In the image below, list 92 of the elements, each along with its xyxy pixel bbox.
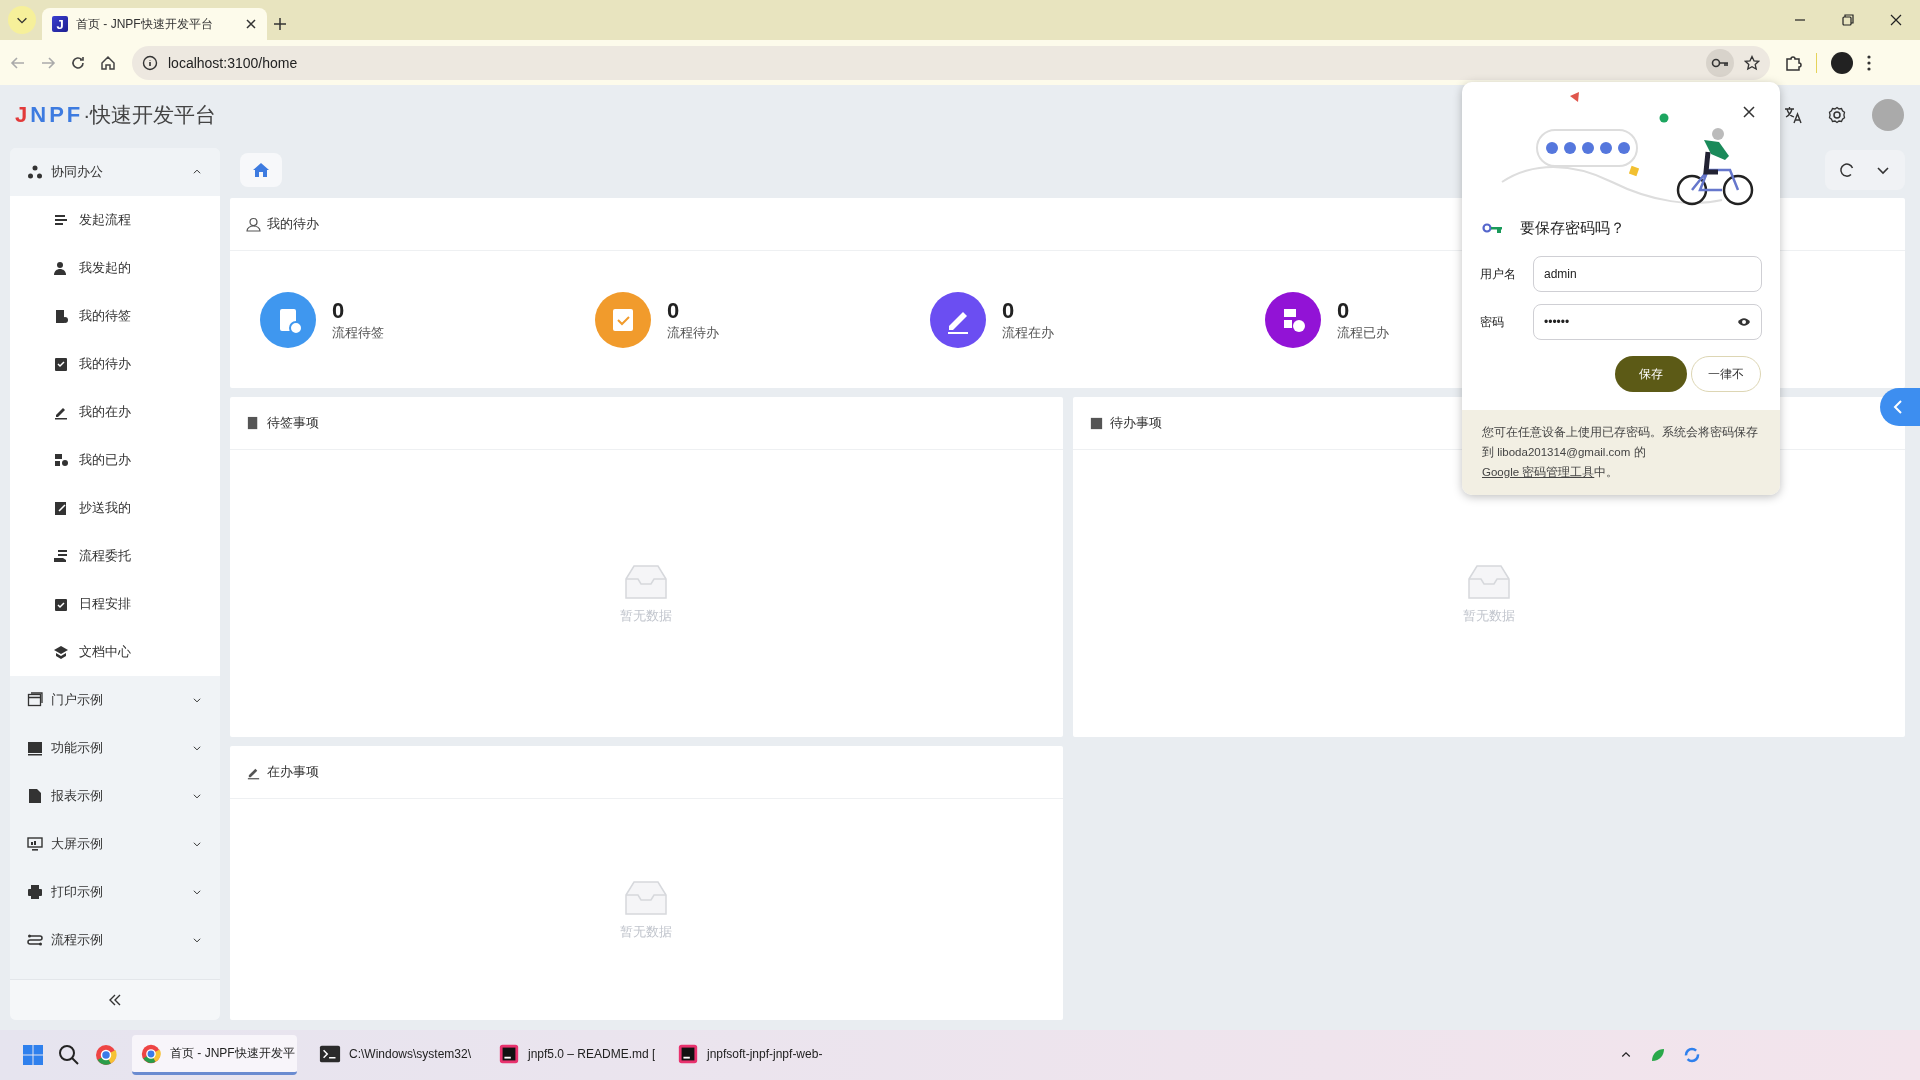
card-title: 待签事项 — [267, 414, 319, 432]
empty-text: 暂无数据 — [1462, 606, 1515, 625]
stat-value: 0 — [667, 297, 681, 324]
search-icon — [58, 1044, 80, 1066]
address-bar[interactable]: localhost:3100/home — [132, 45, 1770, 80]
field-label: 用户名 — [1480, 265, 1517, 283]
sync-icon — [1684, 1047, 1700, 1063]
dialog-title: 要保存密码吗？ — [1520, 218, 1625, 238]
taskbar-app[interactable]: C:\Windows\system32\ — [311, 1035, 476, 1075]
tab-title: 首页 - JNPF快速开发平台 — [76, 15, 214, 33]
more-icon — [1867, 54, 1871, 71]
card-title: 待办事项 — [1109, 414, 1162, 432]
start-icon — [22, 1044, 44, 1066]
back-arrow-icon — [10, 54, 26, 71]
taskbar-app[interactable]: jnpfsoft-jnpf-jnpf-web- — [669, 1035, 834, 1075]
never-button[interactable]: 一律不 — [1691, 356, 1761, 392]
stat-value: 0 — [1002, 297, 1016, 324]
menu-item[interactable]: 流程委托 — [10, 532, 220, 580]
browser-icon — [94, 1043, 118, 1067]
browser-tab[interactable]: J 首页 - JNPF快速开发平台 — [42, 8, 267, 40]
user-outline-icon — [246, 216, 261, 232]
refresh-icon — [1839, 162, 1855, 178]
info-icon — [142, 54, 158, 71]
window-icon — [27, 692, 43, 708]
report-icon — [27, 788, 43, 804]
monitor-icon — [27, 836, 43, 852]
drawer-toggle-button[interactable] — [1880, 388, 1920, 426]
close-icon — [1743, 106, 1755, 118]
empty-text: 暂无数据 — [620, 606, 673, 625]
username-field[interactable]: admin — [1533, 256, 1762, 292]
double-chevron-left-icon — [108, 993, 122, 1007]
profile-avatar[interactable] — [1831, 51, 1853, 74]
menu-item[interactable]: 我的已办 — [10, 436, 220, 484]
key-icon — [1711, 56, 1729, 69]
eye-icon — [1737, 317, 1751, 327]
home-icon — [100, 54, 116, 71]
flow-icon — [27, 932, 43, 948]
card-title: 在办事项 — [267, 763, 319, 781]
list-icon — [53, 212, 69, 228]
stat-value: 0 — [1337, 297, 1351, 324]
stat-label: 流程待办 — [667, 323, 719, 342]
taskbar-app[interactable]: 首页 - JNPF快速开发平 — [132, 1035, 297, 1075]
restore-icon — [1842, 14, 1854, 26]
stat-label: 流程在办 — [1002, 323, 1054, 342]
menu-item[interactable]: 日程安排 — [10, 580, 220, 628]
stat-label: 流程已办 — [1337, 323, 1389, 342]
footer-text: 您可在任意设备上使用已存密码。系统会将密码保存到 liboda201314@gmail.com 的 Google 密码管理工具中。 — [1462, 410, 1780, 495]
menu-item[interactable]: 我发起的 — [10, 244, 220, 292]
user-avatar[interactable] — [1872, 99, 1904, 131]
plus-icon — [273, 17, 287, 31]
menu-item[interactable]: 我的在办 — [10, 388, 220, 436]
star-icon — [1744, 54, 1760, 71]
menu-item[interactable]: 抄送我的 — [10, 484, 220, 532]
translate-icon — [1784, 106, 1802, 124]
layers-icon — [53, 644, 69, 660]
save-button[interactable]: 保存 — [1615, 356, 1687, 392]
calendar-icon — [53, 596, 69, 612]
password-field[interactable]: •••••• — [1533, 304, 1762, 340]
settings-icon — [1828, 106, 1846, 124]
url-text: localhost:3100/home — [168, 54, 299, 71]
password-key-button[interactable] — [1706, 48, 1734, 77]
menu-item[interactable]: 文档中心 — [10, 628, 220, 676]
blocks-icon — [53, 452, 69, 468]
field-label: 密码 — [1480, 313, 1505, 331]
app-icon — [498, 1042, 520, 1065]
leaf-icon — [1650, 1047, 1666, 1063]
stat-label: 流程待签 — [332, 323, 384, 342]
person-icon — [53, 260, 69, 276]
chevron-left-icon — [1892, 399, 1904, 415]
stat-value: 0 — [332, 297, 346, 324]
home-icon — [252, 161, 270, 179]
favicon: J — [52, 16, 68, 32]
menu-item[interactable]: 发起流程 — [10, 196, 220, 244]
manager-link[interactable]: Google 密码管理工具 — [1482, 466, 1595, 478]
reload-icon — [70, 54, 86, 71]
tab-search-button[interactable] — [8, 6, 36, 34]
taskbar-app[interactable]: jnpf5.0 – README.md [ — [490, 1035, 655, 1075]
puzzle-icon — [1784, 53, 1802, 72]
empty-text: 暂无数据 — [620, 922, 673, 941]
key-icon — [1482, 222, 1504, 234]
close-icon — [245, 18, 257, 30]
app-logo[interactable]: JNPF·快速开发平台 — [15, 101, 217, 129]
card-title: 我的待办 — [267, 215, 319, 233]
close-icon — [1890, 14, 1902, 26]
browser-icon — [140, 1042, 162, 1065]
home-tab[interactable] — [240, 153, 282, 187]
menu-item[interactable]: 我的待签 — [10, 292, 220, 340]
app-icon — [677, 1042, 699, 1065]
hand-icon — [53, 548, 69, 564]
forward-arrow-icon — [40, 54, 56, 71]
edit-note-icon — [53, 500, 69, 516]
menu-item[interactable]: 我的待办 — [10, 340, 220, 388]
